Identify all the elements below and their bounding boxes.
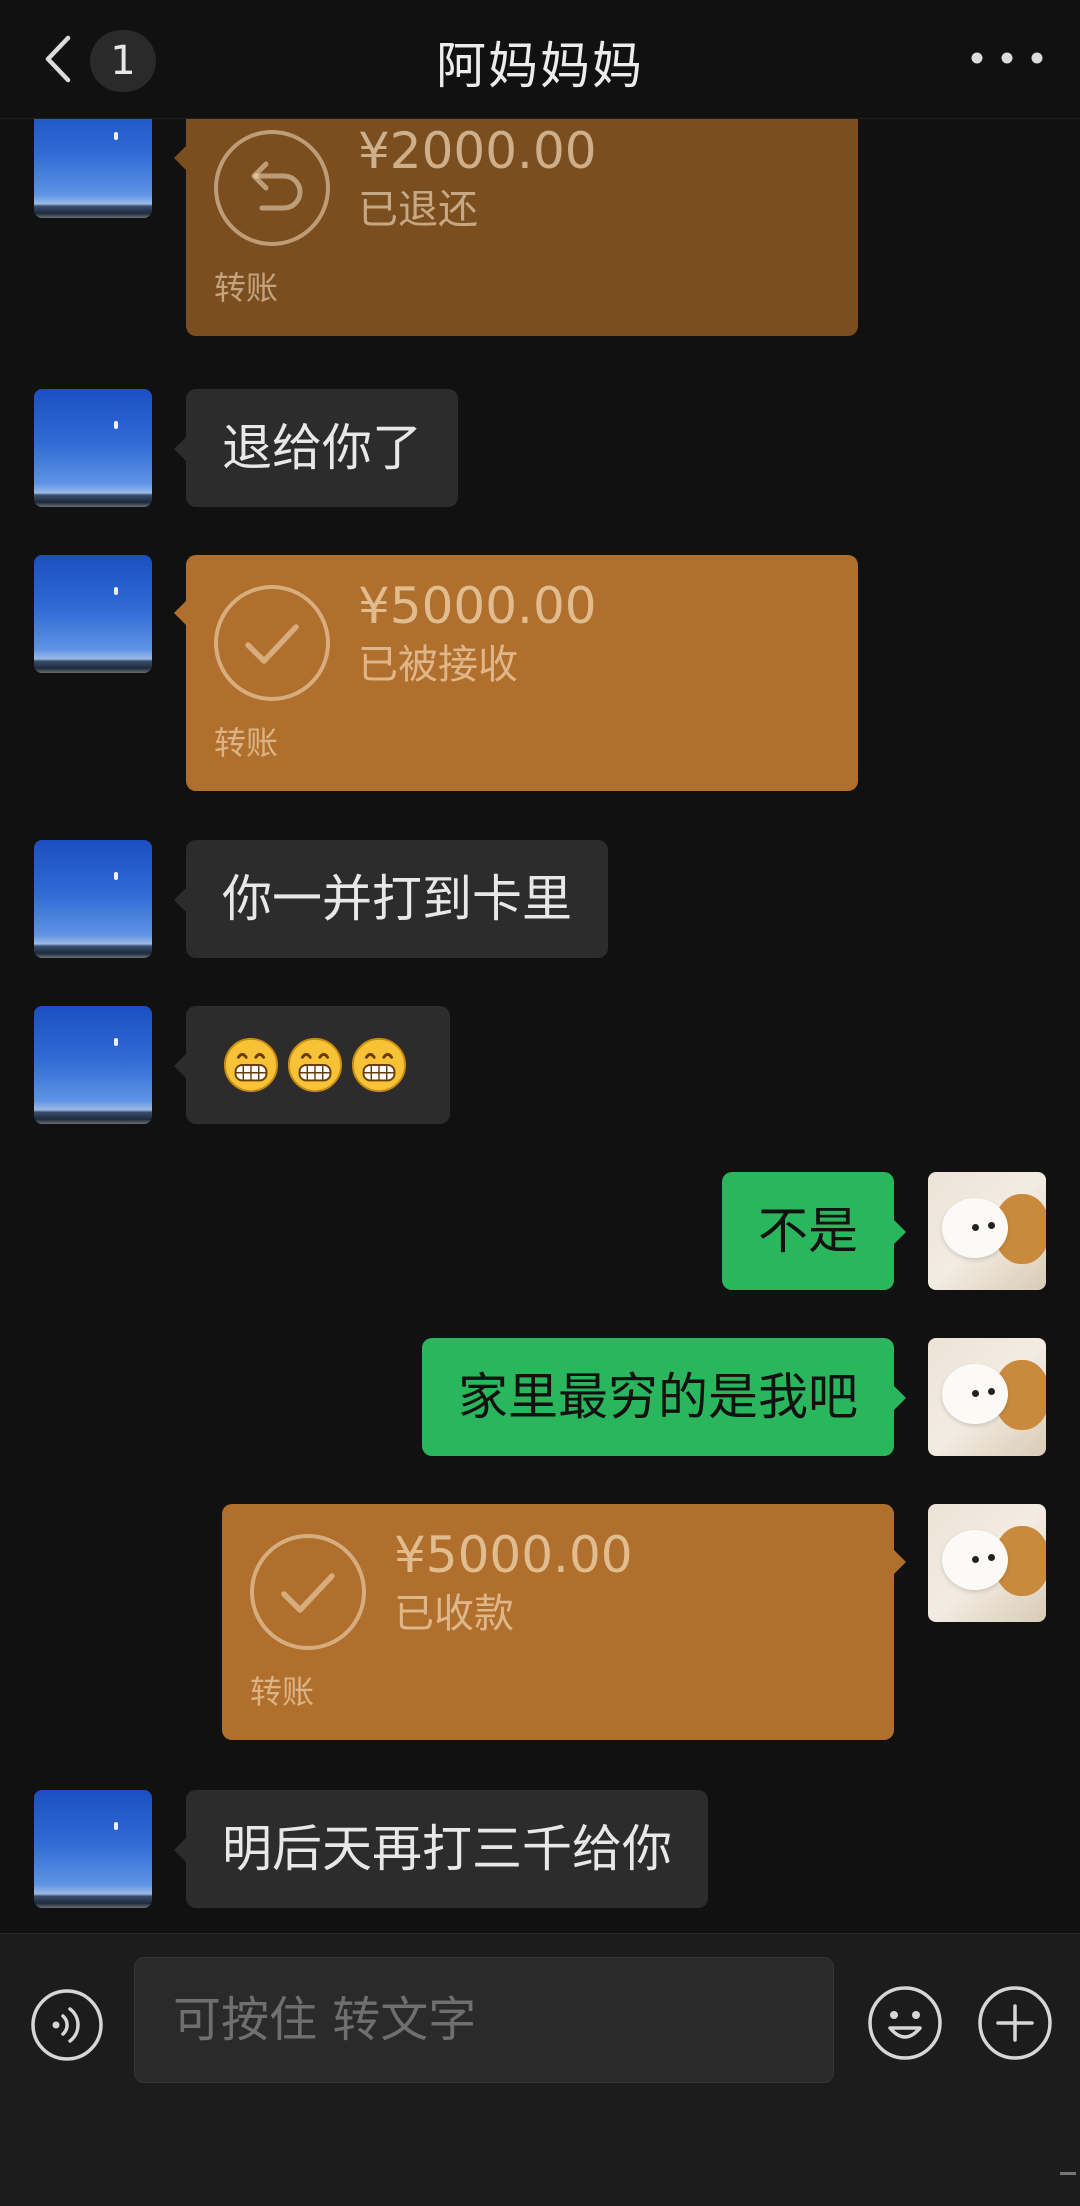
chat-title: 阿妈妈妈 xyxy=(436,37,644,95)
message-list[interactable]: ¥2000.00 已退还 转账 退给你了 ¥5000.00 已被接收 转账 你一… xyxy=(0,118,1080,1933)
voice-icon[interactable] xyxy=(30,1988,104,2062)
contact-avatar[interactable] xyxy=(34,1006,152,1124)
check-circle-icon xyxy=(214,585,330,701)
message-row: 家里最穷的是我吧 xyxy=(0,1338,1080,1456)
received-message-bubble[interactable]: 明后天再打三千给你 xyxy=(174,1790,708,1908)
contact-avatar[interactable] xyxy=(34,840,152,958)
transfer-card[interactable]: ¥2000.00 已退还 转账 xyxy=(174,118,858,336)
transfer-amount: ¥5000.00 xyxy=(358,577,597,635)
my-avatar[interactable] xyxy=(928,1338,1046,1456)
transfer-label: 转账 xyxy=(214,724,279,762)
transfer-card[interactable]: ¥5000.00 已被接收 转账 xyxy=(174,555,858,791)
grinning-face-emoji xyxy=(287,1037,343,1092)
message-row: 退给你了 xyxy=(0,389,1080,507)
message-row: 你一并打到卡里 xyxy=(0,840,1080,958)
contact-avatar[interactable] xyxy=(34,118,152,218)
return-arrow-icon xyxy=(214,130,330,246)
contact-avatar[interactable] xyxy=(34,555,152,673)
my-avatar[interactable] xyxy=(928,1504,1046,1622)
message-row xyxy=(0,1006,1080,1124)
message-row: 不是 xyxy=(0,1172,1080,1290)
chat-header: 1 阿妈妈妈 xyxy=(0,0,1080,119)
transfer-status: 已被接收 xyxy=(358,642,518,688)
message-row: ¥5000.00 已被接收 转账 xyxy=(0,555,1080,791)
message-row: ¥5000.00 已收款 转账 xyxy=(0,1504,1080,1740)
chevron-left-icon[interactable] xyxy=(40,32,76,86)
home-indicator xyxy=(1060,2172,1076,2175)
sent-message-bubble[interactable]: 不是 xyxy=(722,1172,906,1290)
unread-count-badge[interactable]: 1 xyxy=(90,30,156,92)
message-row: 明后天再打三千给你 xyxy=(0,1790,1080,1908)
transfer-label: 转账 xyxy=(214,269,279,307)
sent-message-bubble[interactable]: 家里最穷的是我吧 xyxy=(422,1338,906,1456)
more-horizontal-icon[interactable] xyxy=(966,46,1048,70)
contact-avatar[interactable] xyxy=(34,1790,152,1908)
check-circle-icon xyxy=(250,1534,366,1650)
transfer-status: 已收款 xyxy=(394,1591,514,1637)
emoji-icon[interactable] xyxy=(866,1984,944,2062)
transfer-amount: ¥2000.00 xyxy=(358,122,597,180)
message-input[interactable]: 可按住 转文字 xyxy=(134,1957,834,2083)
message-row: ¥2000.00 已退还 转账 xyxy=(0,118,1080,336)
grinning-face-emoji xyxy=(223,1037,279,1092)
transfer-label: 转账 xyxy=(250,1673,315,1711)
received-message-bubble[interactable]: 退给你了 xyxy=(174,389,458,507)
grinning-face-emoji xyxy=(351,1037,407,1092)
my-avatar[interactable] xyxy=(928,1172,1046,1290)
received-message-bubble[interactable]: 你一并打到卡里 xyxy=(174,840,608,958)
contact-avatar[interactable] xyxy=(34,389,152,507)
plus-icon[interactable] xyxy=(976,1984,1054,2062)
transfer-card[interactable]: ¥5000.00 已收款 转账 xyxy=(222,1504,906,1740)
received-emoji-bubble[interactable] xyxy=(174,1006,450,1124)
transfer-amount: ¥5000.00 xyxy=(394,1526,633,1584)
transfer-status: 已退还 xyxy=(358,187,478,233)
